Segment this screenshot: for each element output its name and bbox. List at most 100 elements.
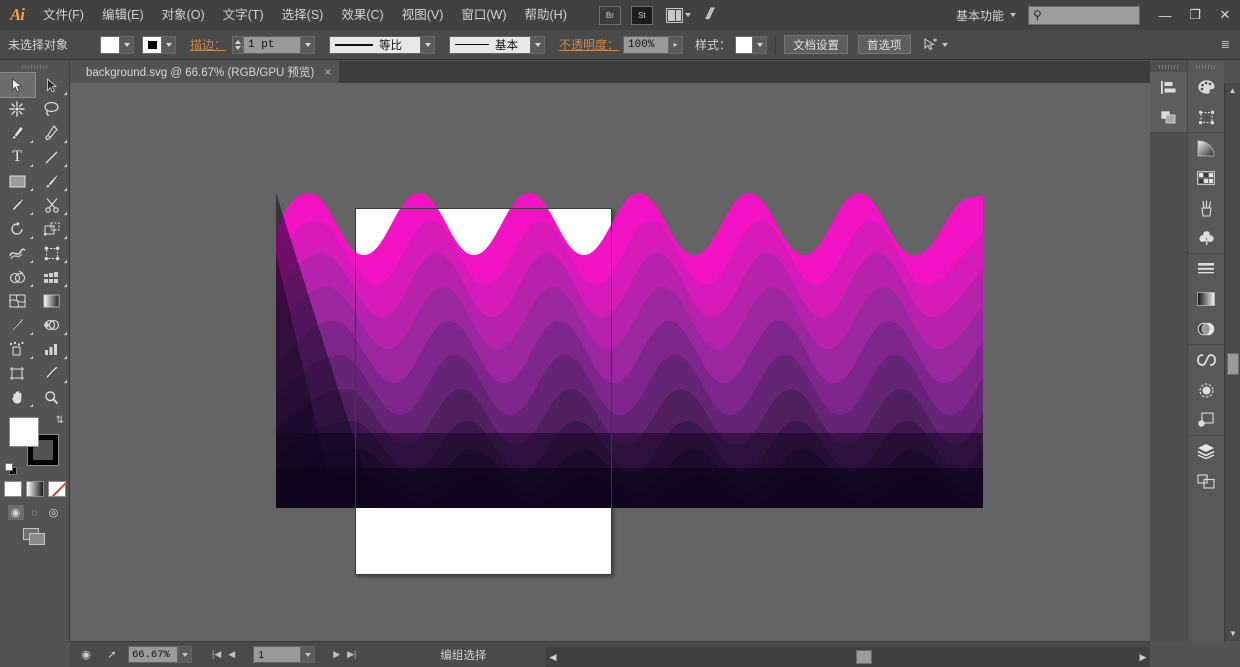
share-export-icon[interactable]: ➚: [102, 646, 122, 664]
fill-swatch-group[interactable]: [100, 36, 134, 54]
magic-wand-tool[interactable]: [0, 97, 35, 121]
rotate-tool[interactable]: [0, 217, 35, 241]
rectangle-tool[interactable]: [0, 169, 35, 193]
appearance-panel-icon[interactable]: [1188, 375, 1224, 405]
nav-first-artboard-icon[interactable]: |◀: [212, 649, 221, 660]
type-tool[interactable]: T: [0, 145, 35, 169]
brush-definition-chevron-down-icon[interactable]: [531, 36, 545, 54]
perspective-grid-tool[interactable]: [35, 265, 70, 289]
nav-prev-artboard-icon[interactable]: ◀: [224, 649, 235, 660]
document-tab[interactable]: background.svg @ 66.67% (RGB/GPU 预览) ×: [76, 61, 339, 83]
nav-last-artboard-icon[interactable]: ▶|: [343, 649, 356, 660]
canvas-horizontal-scrollbar[interactable]: ◀ ▶: [546, 647, 1150, 667]
restore-button[interactable]: ❐: [1180, 0, 1210, 30]
fill-color-swatch[interactable]: [9, 417, 39, 447]
opacity-label[interactable]: 不透明度：: [559, 36, 619, 53]
document-tab-close-icon[interactable]: ×: [324, 65, 331, 79]
layers-panel-icon[interactable]: [1188, 436, 1224, 466]
menu-file[interactable]: 文件(F): [34, 0, 93, 30]
opacity-slider-arrow-icon[interactable]: ▸: [669, 36, 683, 54]
stroke-panel-icon[interactable]: [1188, 254, 1224, 284]
width-tool[interactable]: [0, 241, 35, 265]
minimize-button[interactable]: —: [1150, 0, 1180, 30]
pathfinder-panel-icon[interactable]: [1150, 102, 1187, 132]
bridge-icon[interactable]: Br: [599, 6, 621, 25]
stroke-profile-combo[interactable]: 等比: [329, 36, 421, 54]
artboard-chevron-down-icon[interactable]: [301, 646, 315, 663]
menu-help[interactable]: 帮助(H): [516, 0, 576, 30]
control-bar-overflow-menu[interactable]: ≣: [1221, 38, 1230, 51]
stroke-swatch[interactable]: [142, 36, 162, 54]
draw-normal-icon[interactable]: ◉: [8, 505, 24, 520]
panels-dock-grip-right[interactable]: [1188, 61, 1224, 72]
search-field[interactable]: [1042, 9, 1130, 21]
menu-select[interactable]: 选择(S): [273, 0, 333, 30]
color-panel-icon[interactable]: [1188, 72, 1224, 102]
curvature-tool[interactable]: [35, 121, 70, 145]
nav-next-artboard-icon[interactable]: ▶: [333, 649, 340, 660]
pen-tool[interactable]: [0, 121, 35, 145]
canvas-area[interactable]: [70, 83, 1150, 641]
selection-tool[interactable]: [0, 73, 35, 97]
search-input[interactable]: ⚲: [1028, 6, 1140, 25]
pencil-tool[interactable]: [0, 193, 35, 217]
stroke-weight-chevron-down-icon[interactable]: [301, 36, 315, 54]
vertical-scroll-thumb[interactable]: [1227, 353, 1239, 375]
gradient-tool[interactable]: [35, 289, 70, 313]
panels-dock-grip-left[interactable]: [1150, 61, 1187, 72]
stroke-weight-label[interactable]: 描边：: [190, 36, 226, 53]
brush-definition-combo[interactable]: 基本: [449, 36, 531, 54]
color-guide-panel-icon[interactable]: [1188, 102, 1224, 132]
screen-mode-button[interactable]: [0, 522, 69, 552]
draw-behind-icon[interactable]: ◌: [27, 505, 43, 520]
color-proof-icon[interactable]: ◉: [76, 646, 96, 664]
creative-cloud-libraries-icon[interactable]: [1188, 345, 1224, 375]
fill-chevron-down-icon[interactable]: [120, 36, 134, 54]
swap-fill-stroke-icon[interactable]: ⇅: [56, 415, 64, 426]
transparency-panel-icon[interactable]: [1188, 314, 1224, 344]
scroll-down-arrow-icon[interactable]: ▼: [1225, 626, 1240, 641]
scroll-up-arrow-icon[interactable]: ▲: [1225, 83, 1240, 98]
document-setup-button[interactable]: 文档设置: [784, 35, 848, 54]
artboard-number-control[interactable]: 1: [253, 646, 315, 663]
artboard-tool[interactable]: [0, 361, 35, 385]
zoom-tool[interactable]: [35, 385, 70, 409]
lasso-tool[interactable]: [35, 97, 70, 121]
workspace-switcher-label[interactable]: 基本功能: [956, 7, 1004, 24]
align-panel-icon[interactable]: [1150, 72, 1187, 102]
mesh-tool[interactable]: [0, 289, 35, 313]
shape-builder-tool[interactable]: [0, 265, 35, 289]
artwork-wave-graphic[interactable]: [276, 193, 983, 508]
menu-type[interactable]: 文字(T): [214, 0, 273, 30]
tools-panel-grip[interactable]: [0, 61, 69, 73]
stroke-weight-input[interactable]: 1 pt: [243, 36, 301, 54]
artboards-panel-icon[interactable]: [1188, 466, 1224, 496]
menu-object[interactable]: 对象(O): [153, 0, 214, 30]
graphic-style-chevron-down-icon[interactable]: [753, 36, 767, 54]
symbol-sprayer-tool[interactable]: [0, 337, 35, 361]
stroke-swatch-group[interactable]: [142, 36, 176, 54]
stroke-chevron-down-icon[interactable]: [162, 36, 176, 54]
stock-icon[interactable]: St: [631, 6, 653, 25]
zoom-control[interactable]: 66.67%: [128, 646, 192, 663]
draw-inside-icon[interactable]: ◎: [46, 505, 62, 520]
select-similar-objects-button[interactable]: [923, 38, 948, 51]
fill-swatch[interactable]: [100, 36, 120, 54]
menu-edit[interactable]: 编辑(E): [93, 0, 153, 30]
scroll-right-arrow-icon[interactable]: ▶: [1136, 647, 1150, 667]
column-graph-tool[interactable]: [35, 337, 70, 361]
horizontal-scroll-thumb[interactable]: [856, 650, 872, 664]
preferences-button[interactable]: 首选项: [858, 35, 911, 54]
graphic-styles-panel-icon[interactable]: [1188, 405, 1224, 435]
free-transform-tool[interactable]: [35, 241, 70, 265]
hand-tool[interactable]: [0, 385, 35, 409]
color-mode-none[interactable]: [48, 481, 66, 497]
blend-tool[interactable]: [35, 313, 70, 337]
menu-effect[interactable]: 效果(C): [332, 0, 392, 30]
line-segment-tool[interactable]: [35, 145, 70, 169]
graphic-style-swatch[interactable]: [735, 36, 753, 54]
arrange-documents-button[interactable]: [666, 5, 696, 25]
swatches-panel-icon[interactable]: [1188, 163, 1224, 193]
close-button[interactable]: ✕: [1210, 0, 1240, 30]
scroll-left-arrow-icon[interactable]: ◀: [546, 647, 560, 667]
